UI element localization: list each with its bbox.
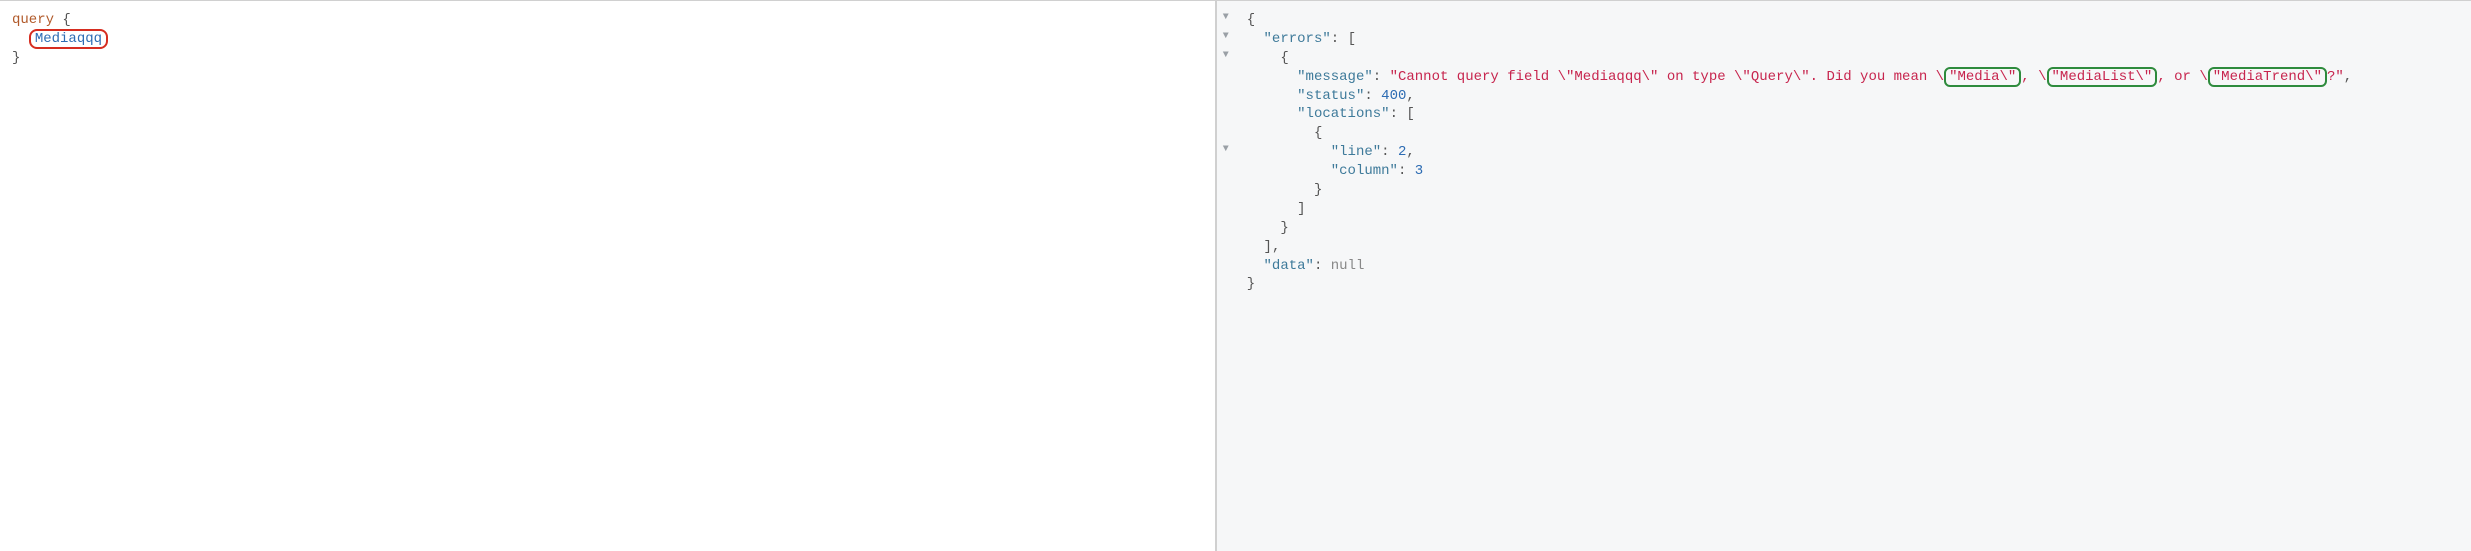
suggestion-mediatrend: "MediaTrend\" bbox=[2213, 69, 2322, 85]
response-viewer[interactable]: { "errors": [ { "message": "Cannot query… bbox=[1235, 1, 2471, 551]
fold-toggle-icon[interactable]: ▼ bbox=[1223, 49, 1229, 68]
graphql-ide: query { Mediaqqq } ▼ ▼ ▼ ▼ { "errors": [… bbox=[0, 0, 2471, 551]
json-key-locations: "locations" bbox=[1297, 106, 1389, 122]
fold-toggle-icon[interactable]: ▼ bbox=[1223, 143, 1229, 162]
suggestion-media: "Media\" bbox=[1949, 69, 2016, 85]
error-message-text: "Cannot query field \"Mediaqqq\" on type… bbox=[1390, 69, 1945, 85]
fold-toggle-icon[interactable]: ▼ bbox=[1223, 11, 1229, 30]
brace-open: { bbox=[62, 12, 70, 28]
response-panel: ▼ ▼ ▼ ▼ { "errors": [ { "message": "Cann… bbox=[1216, 1, 2471, 551]
red-highlight-box: Mediaqqq bbox=[29, 29, 108, 49]
green-highlight-box: "MediaList\" bbox=[2047, 67, 2158, 87]
query-editor[interactable]: query { Mediaqqq } bbox=[0, 1, 1216, 551]
json-key-message: "message" bbox=[1297, 69, 1373, 85]
suggestion-medialist: "MediaList\" bbox=[2052, 69, 2153, 85]
json-brace: { bbox=[1247, 12, 1255, 28]
json-brace: } bbox=[1247, 276, 1255, 292]
json-key-data: "data" bbox=[1264, 258, 1314, 274]
fold-toggle-icon[interactable]: ▼ bbox=[1223, 30, 1229, 49]
green-highlight-box: "MediaTrend\" bbox=[2208, 67, 2327, 87]
status-code: 400 bbox=[1381, 88, 1406, 104]
json-key-column: "column" bbox=[1331, 163, 1398, 179]
json-key-errors: "errors" bbox=[1264, 31, 1331, 47]
column-number: 3 bbox=[1415, 163, 1423, 179]
json-key-line: "line" bbox=[1331, 144, 1381, 160]
json-key-status: "status" bbox=[1297, 88, 1364, 104]
query-field-name: Mediaqqq bbox=[35, 31, 102, 47]
query-keyword: query bbox=[12, 12, 54, 28]
data-null: null bbox=[1331, 258, 1365, 274]
brace-close: } bbox=[12, 50, 20, 66]
fold-gutter: ▼ ▼ ▼ ▼ bbox=[1217, 1, 1235, 551]
green-highlight-box: "Media\" bbox=[1944, 67, 2021, 87]
